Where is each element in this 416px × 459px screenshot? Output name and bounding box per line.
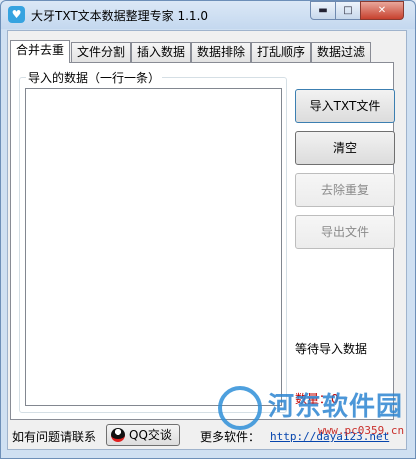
clear-button[interactable]: 清空 [295,131,395,165]
title-bar: ♥ 大牙TXT文本数据整理专家 1.1.0 ▬ □ ✕ [1,1,415,29]
watermark: 河东软件园 www.pc0359.cn [218,382,414,442]
import-txt-button[interactable]: 导入TXT文件 [295,89,395,123]
watermark-logo-icon [218,386,262,430]
close-button[interactable]: ✕ [360,1,404,20]
qq-penguin-icon [111,428,125,442]
minimize-button[interactable]: ▬ [310,1,336,20]
export-file-button[interactable]: 导出文件 [295,215,395,249]
dedupe-button[interactable]: 去除重复 [295,173,395,207]
tab-exclude-data[interactable]: 数据排除 [191,42,251,62]
tab-shuffle[interactable]: 打乱顺序 [251,42,311,62]
watermark-url: www.pc0359.cn [318,424,405,437]
tab-insert-data[interactable]: 插入数据 [131,42,191,62]
window-title: 大牙TXT文本数据整理专家 1.1.0 [31,9,209,23]
qq-chat-button[interactable]: QQ交谈 [106,424,180,446]
app-tooth-icon: ♥ [8,6,25,23]
tab-file-split[interactable]: 文件分割 [71,42,131,62]
tab-filter-data[interactable]: 数据过滤 [311,42,371,62]
contact-label: 如有问题请联系 [12,430,97,444]
watermark-text: 河东软件园 [268,392,404,422]
tab-merge-dedupe[interactable]: 合并去重 [10,40,70,63]
status-text: 等待导入数据 [295,342,368,356]
qq-chat-label: QQ交谈 [129,428,172,442]
groupbox-label: 导入的数据（一行一条） [26,69,163,86]
imported-data-list[interactable] [25,88,282,406]
maximize-button[interactable]: □ [335,1,361,20]
